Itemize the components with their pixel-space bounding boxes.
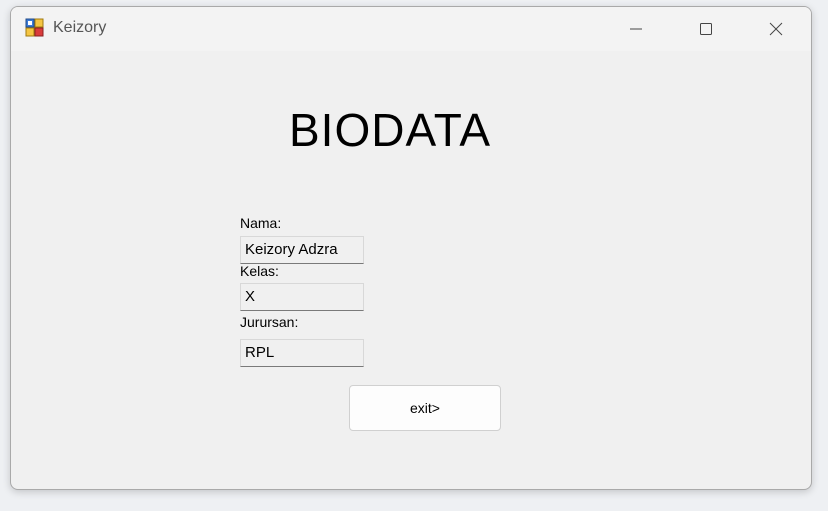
exit-button[interactable]: exit> bbox=[349, 385, 501, 431]
jurusan-label: Jurursan: bbox=[240, 314, 299, 330]
kelas-label: Kelas: bbox=[240, 263, 279, 279]
kelas-field[interactable]: X bbox=[240, 283, 364, 311]
maximize-icon bbox=[700, 23, 712, 35]
windows-form-icon bbox=[25, 18, 45, 38]
page-title: BIODATA bbox=[289, 104, 492, 156]
maximize-button[interactable] bbox=[671, 7, 741, 51]
close-button[interactable] bbox=[741, 7, 811, 51]
minimize-icon bbox=[630, 28, 642, 30]
nama-label: Nama: bbox=[240, 215, 282, 231]
jurusan-field[interactable]: RPL bbox=[240, 339, 364, 367]
app-window: Keizory BIODATA Nama: Keizory Adzra Kela… bbox=[10, 6, 812, 490]
window-title: Keizory bbox=[53, 19, 107, 36]
close-icon bbox=[769, 22, 783, 36]
title-bar[interactable]: Keizory bbox=[11, 7, 811, 51]
minimize-button[interactable] bbox=[601, 7, 671, 51]
nama-field[interactable]: Keizory Adzra bbox=[240, 236, 364, 264]
